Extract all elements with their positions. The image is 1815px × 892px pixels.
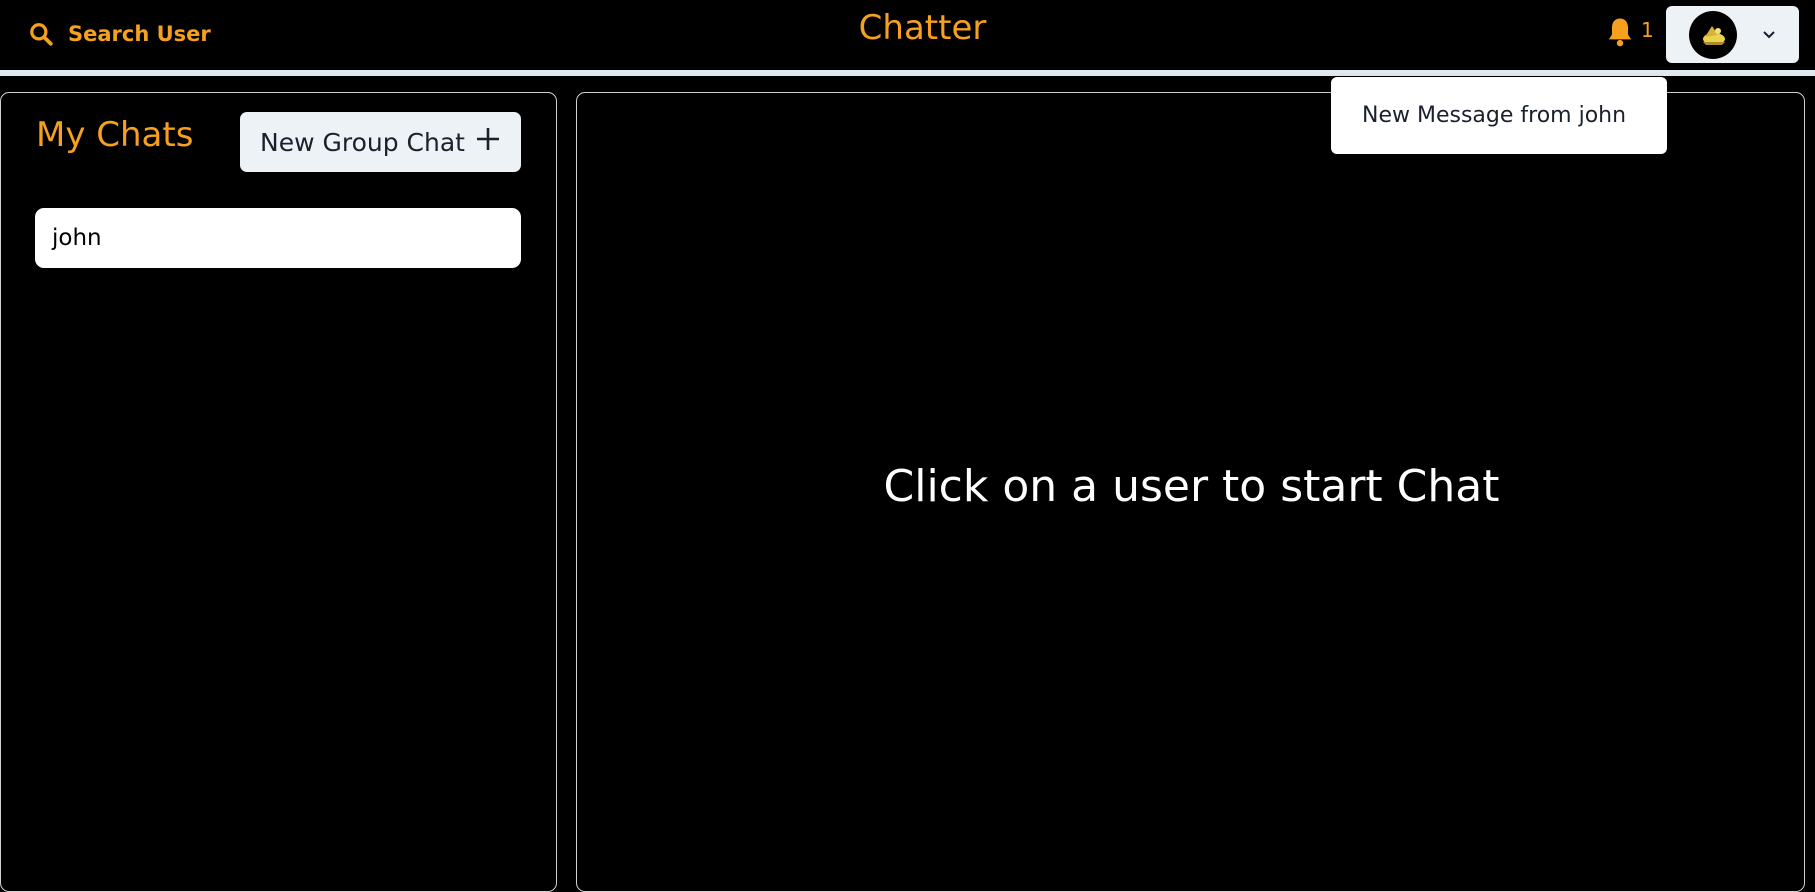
avatar: [1689, 10, 1737, 59]
search-user-label: Search User: [68, 22, 211, 46]
notification-menu: New Message from john: [1331, 77, 1667, 154]
notification-item[interactable]: New Message from john: [1331, 77, 1667, 154]
chat-list-item[interactable]: john: [35, 208, 521, 268]
bell-icon: [1605, 16, 1635, 52]
new-group-chat-button[interactable]: New Group Chat: [240, 112, 521, 172]
chat-panel: Click on a user to start Chat: [576, 92, 1805, 892]
plus-icon: [475, 126, 501, 158]
my-chats-panel: My Chats New Group Chat john: [0, 92, 557, 892]
search-icon: [28, 21, 54, 47]
notification-count-badge: 1: [1641, 18, 1654, 42]
search-user-button[interactable]: Search User: [18, 12, 221, 56]
app-title: Chatter: [858, 8, 987, 48]
profile-menu-button[interactable]: [1666, 6, 1799, 63]
header-divider: [0, 70, 1815, 76]
empty-chat-message: Click on a user to start Chat: [883, 461, 1500, 512]
my-chats-title: My Chats: [36, 115, 194, 155]
notification-bell-button[interactable]: 1: [1605, 14, 1654, 54]
chevron-down-icon: [1762, 25, 1776, 44]
top-bar: Search User Chatter 1: [0, 0, 1815, 70]
new-group-chat-label: New Group Chat: [260, 127, 465, 157]
